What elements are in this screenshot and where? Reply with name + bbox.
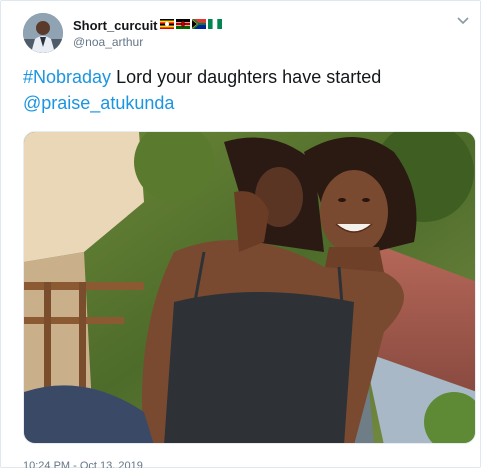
- south-africa-flag-icon: [191, 16, 206, 34]
- tweet-photo[interactable]: [23, 131, 476, 444]
- kenya-flag-icon: [175, 16, 190, 34]
- profile-avatar[interactable]: [23, 13, 63, 53]
- mention-link[interactable]: @praise_atukunda: [23, 93, 174, 113]
- chevron-down-icon[interactable]: [456, 13, 470, 27]
- tweet-text: #Nobraday Lord your daughters have start…: [23, 64, 463, 116]
- tweet-card: Short_curcuit @noa_arthur #Nobraday Lord…: [0, 0, 481, 468]
- hashtag-link[interactable]: #Nobraday: [23, 67, 111, 87]
- author-name-row: Short_curcuit: [73, 16, 222, 34]
- author-name[interactable]: Short_curcuit: [73, 18, 158, 33]
- uganda-flag-icon: [159, 16, 174, 34]
- photo-two-women-smiling-icon: [24, 132, 475, 443]
- author-handle[interactable]: @noa_arthur: [73, 35, 143, 49]
- tweet-timestamp[interactable]: 10:24 PM - Oct 13, 2019: [23, 460, 143, 468]
- nigeria-flag-icon: [207, 16, 222, 34]
- tweet-body: Lord your daughters have started: [111, 67, 382, 87]
